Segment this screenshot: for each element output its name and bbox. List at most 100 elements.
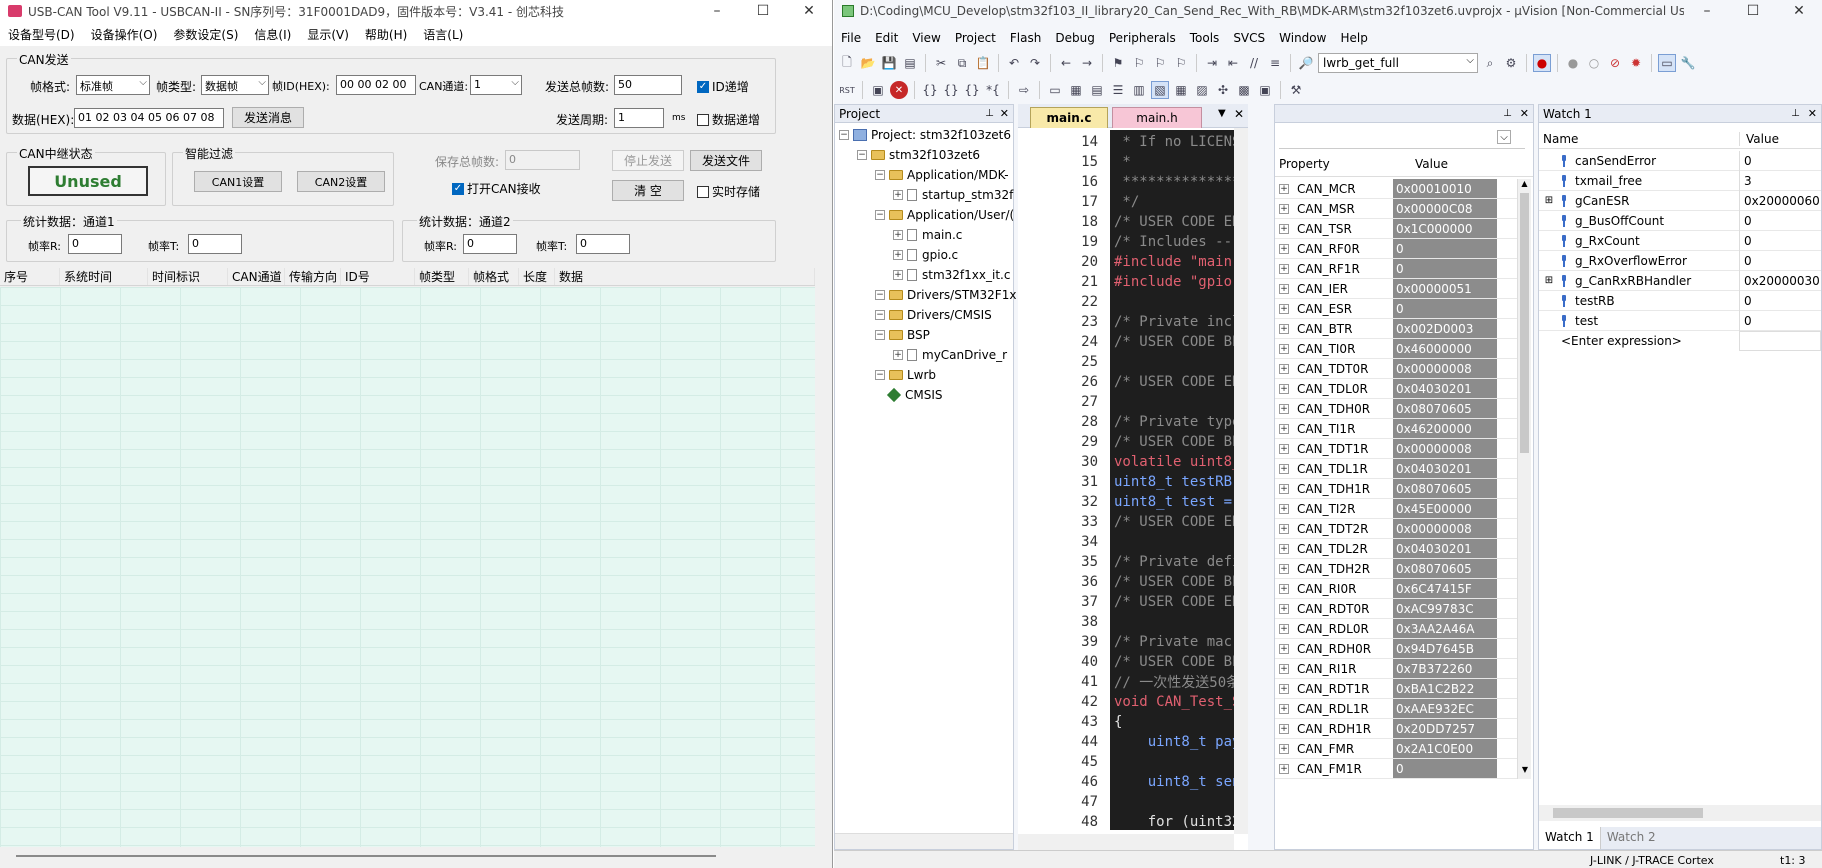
window-layout-icon[interactable]: ▭: [1658, 54, 1676, 72]
step-out-icon[interactable]: {}: [963, 81, 981, 99]
menu-peripherals[interactable]: Peripherals: [1102, 31, 1183, 45]
id-increment-checkbox[interactable]: ✓ ID递增: [697, 78, 749, 95]
register-value[interactable]: 0x46000000: [1393, 339, 1497, 358]
expand-toggle-icon[interactable]: +: [1279, 403, 1289, 414]
watch-row[interactable]: testRB 0: [1539, 290, 1821, 311]
register-value[interactable]: 0: [1393, 299, 1497, 318]
watch-row[interactable]: g_RxOverflowError 0: [1539, 250, 1821, 271]
register-row[interactable]: + CAN_RDL1R 0xAAE932EC: [1275, 699, 1517, 719]
project-tree-item[interactable]: −CMSIS: [875, 385, 943, 405]
expand-toggle-icon[interactable]: +: [893, 230, 903, 240]
menu-language[interactable]: 语言(L): [415, 26, 471, 43]
expand-toggle-icon[interactable]: −: [875, 210, 885, 220]
toolbox-icon[interactable]: ⚒: [1287, 81, 1305, 99]
register-row[interactable]: + CAN_RDT1R 0xBA1C2B22: [1275, 679, 1517, 699]
incremental-find-icon[interactable]: ⚙: [1502, 54, 1520, 72]
table-vertical-scrollbar[interactable]: [815, 268, 832, 848]
register-value[interactable]: 0x00000C08: [1393, 199, 1497, 218]
menu-svcs[interactable]: SVCS: [1226, 31, 1272, 45]
register-value[interactable]: 0: [1393, 759, 1497, 778]
register-value[interactable]: 0x00000008: [1393, 439, 1497, 458]
expand-toggle-icon[interactable]: +: [1279, 203, 1289, 214]
minimize-button[interactable]: –: [694, 0, 740, 22]
watch-row[interactable]: g_RxCount 0: [1539, 230, 1821, 251]
project-tree-item[interactable]: + myCanDrive_r: [893, 345, 1007, 365]
register-value[interactable]: 0x7B372260: [1393, 659, 1497, 678]
register-row[interactable]: + CAN_MSR 0x00000C08: [1275, 199, 1517, 219]
expand-toggle-icon[interactable]: +: [1279, 183, 1289, 194]
register-value[interactable]: 0x45E00000: [1393, 499, 1497, 518]
find-icon[interactable]: ⌕: [1481, 54, 1499, 72]
nav-back-icon[interactable]: ←: [1057, 54, 1075, 72]
pin-icon[interactable]: ⊥: [1791, 108, 1800, 119]
copy-icon[interactable]: ⧉: [953, 54, 971, 72]
register-value[interactable]: 0x04030201: [1393, 459, 1497, 478]
register-row[interactable]: + CAN_TDH0R 0x08070605: [1275, 399, 1517, 419]
analysis-window-icon[interactable]: ✣: [1214, 81, 1232, 99]
enter-expression-row[interactable]: <Enter expression>: [1539, 331, 1821, 351]
tab-list-icon[interactable]: ▼: [1218, 108, 1226, 119]
bookmark-next-icon[interactable]: ⚐: [1151, 54, 1169, 72]
expand-toggle-icon[interactable]: +: [1279, 323, 1289, 334]
watch-col-value[interactable]: Value: [1739, 131, 1779, 146]
find-in-files-icon[interactable]: 🔎: [1297, 54, 1315, 72]
col-property[interactable]: Property: [1275, 157, 1411, 176]
watch-value[interactable]: 0: [1739, 230, 1821, 251]
register-row[interactable]: + CAN_TDH2R 0x08070605: [1275, 559, 1517, 579]
menu-display[interactable]: 显示(V): [299, 26, 357, 43]
menu-view[interactable]: View: [905, 31, 947, 45]
pin-icon[interactable]: ⊥: [1503, 108, 1512, 119]
expand-toggle-icon[interactable]: +: [893, 350, 903, 360]
expand-toggle-icon[interactable]: +: [1279, 523, 1289, 534]
close-button[interactable]: ✕: [786, 0, 832, 22]
uv-close-button[interactable]: ✕: [1776, 0, 1822, 22]
menu-tools[interactable]: Tools: [1183, 31, 1227, 45]
editor-hscrollbar[interactable]: [1018, 834, 1234, 850]
col-value[interactable]: Value: [1411, 157, 1448, 176]
register-value[interactable]: 0x00000008: [1393, 519, 1497, 538]
expand-toggle-icon[interactable]: +: [1279, 563, 1289, 574]
register-row[interactable]: + CAN_TDH1R 0x08070605: [1275, 479, 1517, 499]
expand-toggle-icon[interactable]: +: [1279, 223, 1289, 234]
col-can-channel[interactable]: CAN通道: [228, 268, 285, 285]
register-value[interactable]: 0x94D7645B: [1393, 639, 1497, 658]
register-value[interactable]: 0xAAE932EC: [1393, 699, 1497, 718]
col-system-time[interactable]: 系统时间: [60, 268, 148, 285]
watch-window-icon[interactable]: ▧: [1151, 81, 1169, 99]
register-value[interactable]: 0x2A1C0E00: [1393, 739, 1497, 758]
watch-row[interactable]: ⊞ gCanESR 0x20000060 &g: [1539, 190, 1821, 211]
frame-id-input[interactable]: 00 00 02 00: [336, 75, 416, 95]
realtime-save-checkbox[interactable]: 实时存储: [697, 183, 760, 200]
watch-row[interactable]: test 0: [1539, 310, 1821, 331]
disassembly-window-icon[interactable]: ▦: [1067, 81, 1085, 99]
registers-window-icon[interactable]: ☰: [1109, 81, 1127, 99]
data-hex-input[interactable]: 01 02 03 04 05 06 07 08: [74, 108, 224, 128]
col-id[interactable]: ID号: [341, 268, 415, 285]
project-tree-item[interactable]: − Lwrb: [875, 365, 936, 385]
col-data[interactable]: 数据: [555, 268, 815, 285]
expand-toggle-icon[interactable]: −: [875, 330, 885, 340]
find-combo[interactable]: lwrb_get_full ⌵: [1318, 53, 1478, 73]
expand-toggle-icon[interactable]: +: [1279, 483, 1289, 494]
register-row[interactable]: + CAN_TI0R 0x46000000: [1275, 339, 1517, 359]
expand-toggle-icon[interactable]: −: [875, 370, 885, 380]
save-icon[interactable]: 💾: [880, 54, 898, 72]
watch-row[interactable]: ⊞ g_CanRxRBHandler 0x20000030 &g: [1539, 270, 1821, 291]
menu-info[interactable]: 信息(I): [246, 26, 299, 43]
memory-window-icon[interactable]: ▦: [1172, 81, 1190, 99]
register-value[interactable]: 0x6C47415F: [1393, 579, 1497, 598]
expand-toggle-icon[interactable]: +: [1279, 603, 1289, 614]
watch-value[interactable]: 0x20000060 &g: [1739, 190, 1821, 211]
tab-watch-1[interactable]: Watch 1: [1539, 827, 1601, 849]
register-row[interactable]: + CAN_MCR 0x00010010: [1275, 179, 1517, 199]
register-row[interactable]: + CAN_TI1R 0x46200000: [1275, 419, 1517, 439]
project-tree-item[interactable]: − stm32f103zet6: [857, 145, 980, 165]
register-row[interactable]: + CAN_RF0R 0: [1275, 239, 1517, 259]
menu-flash[interactable]: Flash: [1003, 31, 1048, 45]
expand-toggle-icon[interactable]: +: [1279, 423, 1289, 434]
expand-toggle-icon[interactable]: ⊞: [1543, 195, 1555, 206]
expand-toggle-icon[interactable]: −: [875, 170, 885, 180]
trace-window-icon[interactable]: ▩: [1235, 81, 1253, 99]
menu-debug[interactable]: Debug: [1048, 31, 1101, 45]
unindent-icon[interactable]: ⇤: [1224, 54, 1242, 72]
